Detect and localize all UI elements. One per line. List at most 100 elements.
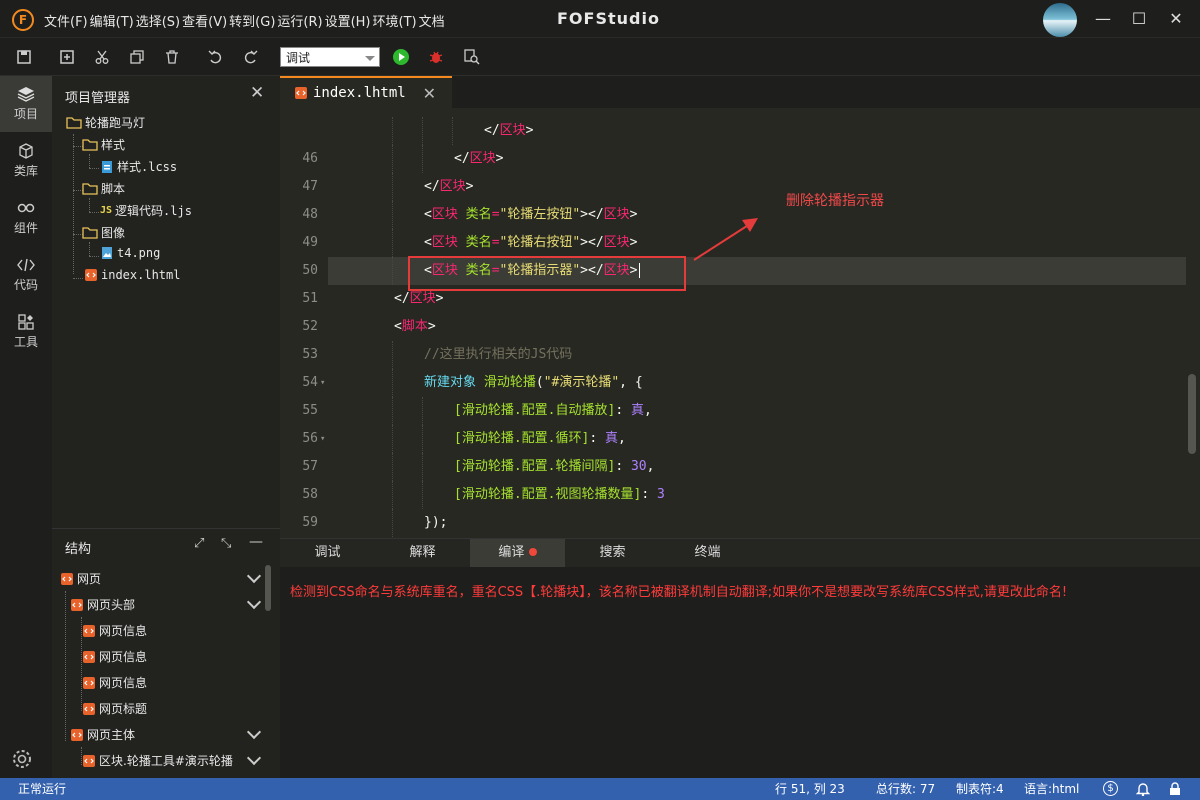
- new-file-icon[interactable]: [58, 48, 76, 66]
- activity-label: 组件: [13, 221, 38, 235]
- activity-project[interactable]: 项目: [0, 76, 52, 132]
- tree-file-ljs[interactable]: JS 逻辑代码.ljs: [100, 202, 192, 219]
- tab-debug[interactable]: 调试: [280, 539, 375, 567]
- tree-file-png[interactable]: t4.png: [100, 246, 160, 260]
- html-tag-icon: [83, 650, 95, 663]
- cut-icon[interactable]: [93, 48, 111, 66]
- inspect-icon[interactable]: [463, 48, 481, 66]
- code-line[interactable]: 58 [滑动轮播.配置.轮播间隔]: 30,: [280, 453, 1186, 502]
- tab-search[interactable]: 搜索: [565, 539, 660, 567]
- menu-file[interactable]: 文件(F): [44, 11, 88, 30]
- tab-index-lhtml[interactable]: index.lhtml ✕: [280, 76, 452, 108]
- chevron-down-icon[interactable]: [246, 594, 262, 610]
- dollar-icon[interactable]: $: [1103, 781, 1118, 796]
- settings-gear-icon[interactable]: [11, 748, 33, 770]
- code-line[interactable]: 56 [滑动轮播.配置.自动播放]: 真,: [280, 397, 1186, 446]
- html-file-icon: [295, 87, 307, 99]
- js-file-icon: JS: [100, 205, 113, 216]
- tree-file-lcss[interactable]: 样式.lcss: [100, 158, 177, 175]
- folder-icon: [82, 139, 98, 151]
- language-mode[interactable]: 语言:html: [1024, 778, 1079, 800]
- avatar[interactable]: [1043, 3, 1077, 37]
- html-tag-icon: [71, 598, 83, 611]
- structure-scrollbar[interactable]: [265, 565, 271, 611]
- code-line[interactable]: 46 </区块>: [280, 117, 1186, 166]
- menu-edit[interactable]: 编辑(T): [90, 11, 134, 30]
- tree-file-lhtml[interactable]: index.lhtml: [84, 268, 180, 282]
- structure-node[interactable]: 网页头部: [70, 596, 135, 613]
- maximize-icon[interactable]: ☐: [1129, 9, 1149, 29]
- close-icon[interactable]: ✕: [1166, 9, 1186, 29]
- structure-node[interactable]: 网页: [60, 570, 101, 587]
- code-line[interactable]: 47 </区块>: [280, 145, 1186, 194]
- activity-label: 项目: [13, 107, 38, 121]
- tab-compile[interactable]: 编译: [470, 539, 565, 567]
- close-tab-icon[interactable]: ✕: [423, 84, 436, 103]
- code-line[interactable]: 59 [滑动轮播.配置.视图轮播数量]: 3: [280, 481, 1186, 530]
- tab-terminal[interactable]: 终端: [660, 539, 755, 567]
- node-label: 区块.轮播工具#演示轮播: [99, 754, 233, 768]
- code-line[interactable]: 60 ▴ });: [280, 509, 1186, 537]
- chevron-down-icon[interactable]: [246, 568, 262, 584]
- code-line[interactable]: 57 [滑动轮播.配置.循环]: 真,: [280, 425, 1186, 474]
- tree-label: 轮播跑马灯: [85, 116, 146, 130]
- structure-node[interactable]: 网页标题: [82, 700, 147, 717]
- close-panel-icon[interactable]: ✕: [250, 83, 264, 103]
- structure-title: 结构: [65, 542, 92, 557]
- save-icon[interactable]: [15, 48, 33, 66]
- activity-tools[interactable]: 工具: [0, 304, 52, 360]
- activity-code[interactable]: 代码: [0, 247, 52, 303]
- html-tag-icon: [83, 754, 95, 767]
- menu-docs[interactable]: 文档: [419, 11, 445, 30]
- structure-node[interactable]: 网页信息: [82, 622, 147, 639]
- structure-node[interactable]: 网页信息: [82, 674, 147, 691]
- error-dot-icon: [528, 548, 537, 556]
- menu-settings[interactable]: 设置(H): [325, 11, 371, 30]
- line-number: 50: [302, 263, 318, 278]
- bell-icon[interactable]: [1135, 778, 1151, 800]
- minimize-icon[interactable]: —: [1093, 9, 1113, 29]
- structure-node[interactable]: 网页主体: [70, 726, 135, 743]
- menu-environment[interactable]: 环境(T): [373, 11, 417, 30]
- html-tag-icon: [83, 624, 95, 637]
- menu-goto[interactable]: 转到(G): [229, 11, 275, 30]
- minimize-panel-icon[interactable]: —: [249, 534, 263, 550]
- redo-icon[interactable]: [242, 48, 260, 66]
- code-line[interactable]: 53 ▾ <脚本>: [280, 313, 1186, 388]
- app-title: FOFStudio: [557, 9, 660, 28]
- editor-tab-bar: index.lhtml ✕: [280, 76, 1200, 108]
- tree-folder-images[interactable]: 图像: [82, 224, 125, 241]
- node-label: 网页信息: [99, 676, 148, 690]
- structure-node[interactable]: 区块.轮播工具#演示轮播: [82, 752, 233, 769]
- undo-icon[interactable]: [206, 48, 224, 66]
- tree-folder-root[interactable]: 轮播跑马灯: [66, 114, 145, 131]
- project-explorer: 项目管理器 ✕ 轮播跑马灯 样式 样式.lcss 脚本 JS 逻辑代码.ljs …: [52, 76, 280, 528]
- lock-icon[interactable]: [1168, 778, 1182, 800]
- folder-icon: [82, 227, 98, 239]
- cursor-position[interactable]: 行 51, 列 23: [775, 778, 845, 800]
- code-line[interactable]: 48 </区块>: [280, 173, 1186, 222]
- editor-scrollbar[interactable]: [1188, 374, 1196, 454]
- run-icon[interactable]: [392, 48, 410, 66]
- code-line[interactable]: 55 ▾ 新建对象 滑动轮播("#演示轮播", {: [280, 369, 1186, 444]
- debug-icon[interactable]: [427, 48, 445, 66]
- collapse-icon[interactable]: ⤡: [221, 536, 231, 551]
- tab-interpret[interactable]: 解释: [375, 539, 470, 567]
- tree-folder-scripts[interactable]: 脚本: [82, 180, 125, 197]
- structure-node[interactable]: 网页信息: [82, 648, 147, 665]
- activity-library[interactable]: 类库: [0, 133, 52, 189]
- delete-icon[interactable]: [163, 48, 181, 66]
- expand-icon[interactable]: ⤢: [194, 536, 204, 551]
- run-mode-select[interactable]: 调试: [280, 47, 380, 67]
- menu-view[interactable]: 查看(V): [182, 11, 227, 30]
- chevron-down-icon[interactable]: [246, 724, 262, 740]
- tab-size[interactable]: 制表符:4: [956, 778, 1004, 800]
- tree-folder-styles[interactable]: 样式: [82, 136, 125, 153]
- chevron-down-icon[interactable]: [246, 750, 262, 766]
- menu-run[interactable]: 运行(R): [277, 11, 322, 30]
- code-line[interactable]: 54 //这里执行相关的JS代码: [280, 341, 1186, 390]
- menu-select[interactable]: 选择(S): [136, 11, 180, 30]
- code-editor[interactable]: 46 </区块> 47 </区块> 48 </区块> 49 <区块 类名="轮播…: [280, 108, 1200, 538]
- activity-components[interactable]: 组件: [0, 190, 52, 246]
- copy-icon[interactable]: [128, 48, 146, 66]
